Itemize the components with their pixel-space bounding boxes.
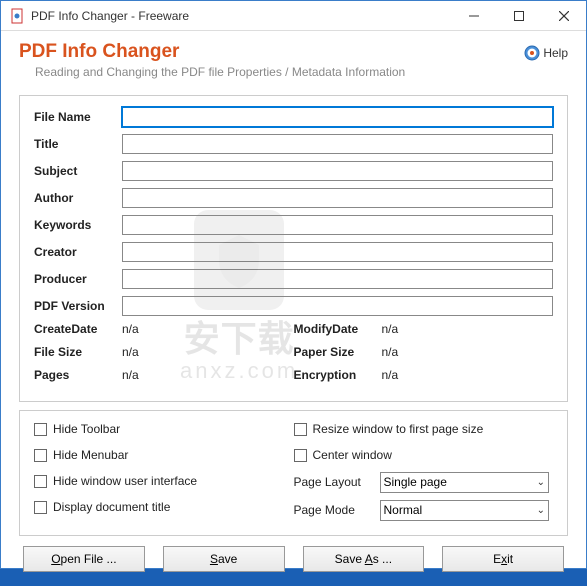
button-row: Open File ... Save Save As ... Exit bbox=[19, 546, 568, 572]
filesize-label: File Size bbox=[34, 345, 122, 363]
subject-input[interactable] bbox=[122, 161, 553, 181]
encryption-value: n/a bbox=[382, 368, 399, 386]
createdate-label: CreateDate bbox=[34, 322, 122, 340]
titlebar: PDF Info Changer - Freeware bbox=[1, 1, 586, 31]
modifydate-value: n/a bbox=[382, 322, 399, 340]
modifydate-label: ModifyDate bbox=[294, 322, 382, 340]
content-area: PDF Info Changer Reading and Changing th… bbox=[1, 31, 586, 586]
filesize-value: n/a bbox=[122, 345, 139, 363]
papersize-label: Paper Size bbox=[294, 345, 382, 363]
hide-toolbar-checkbox[interactable] bbox=[34, 423, 47, 436]
subject-label: Subject bbox=[34, 164, 122, 178]
help-label: Help bbox=[543, 46, 568, 60]
title-label: Title bbox=[34, 137, 122, 151]
properties-panel: File Name Title Subject Author Keywords … bbox=[19, 95, 568, 402]
page-layout-label: Page Layout bbox=[294, 475, 380, 489]
page-layout-select[interactable]: Single page⌄ bbox=[380, 472, 550, 493]
pages-value: n/a bbox=[122, 368, 139, 386]
maximize-button[interactable] bbox=[496, 1, 541, 30]
pdfversion-input[interactable] bbox=[122, 296, 553, 316]
filename-input[interactable] bbox=[122, 107, 553, 127]
creator-label: Creator bbox=[34, 245, 122, 259]
window-title: PDF Info Changer - Freeware bbox=[31, 9, 451, 23]
close-button[interactable] bbox=[541, 1, 586, 30]
info-grid: CreateDaten/a File Sizen/a Pagesn/a Modi… bbox=[34, 322, 553, 391]
save-as-button[interactable]: Save As ... bbox=[303, 546, 425, 572]
app-icon bbox=[9, 8, 25, 24]
display-doc-title-label: Display document title bbox=[53, 500, 170, 514]
header: PDF Info Changer Reading and Changing th… bbox=[19, 41, 568, 79]
app-subtitle: Reading and Changing the PDF file Proper… bbox=[35, 65, 524, 79]
hide-window-ui-label: Hide window user interface bbox=[53, 474, 197, 488]
page-mode-label: Page Mode bbox=[294, 503, 380, 517]
open-file-button[interactable]: Open File ... bbox=[23, 546, 145, 572]
hide-toolbar-label: Hide Toolbar bbox=[53, 422, 120, 436]
producer-input[interactable] bbox=[122, 269, 553, 289]
chevron-down-icon: ⌄ bbox=[537, 477, 545, 488]
center-window-checkbox[interactable] bbox=[294, 449, 307, 462]
save-button[interactable]: Save bbox=[163, 546, 285, 572]
help-icon bbox=[524, 45, 540, 61]
pdfversion-label: PDF Version bbox=[34, 299, 122, 313]
resize-window-label: Resize window to first page size bbox=[313, 422, 484, 436]
filename-label: File Name bbox=[34, 110, 122, 124]
center-window-label: Center window bbox=[313, 448, 392, 462]
author-label: Author bbox=[34, 191, 122, 205]
creator-input[interactable] bbox=[122, 242, 553, 262]
chevron-down-icon: ⌄ bbox=[537, 505, 545, 516]
keywords-input[interactable] bbox=[122, 215, 553, 235]
title-input[interactable] bbox=[122, 134, 553, 154]
hide-window-ui-checkbox[interactable] bbox=[34, 475, 47, 488]
resize-window-checkbox[interactable] bbox=[294, 423, 307, 436]
app-title: PDF Info Changer bbox=[19, 41, 524, 63]
hide-menubar-checkbox[interactable] bbox=[34, 449, 47, 462]
minimize-button[interactable] bbox=[451, 1, 496, 30]
createdate-value: n/a bbox=[122, 322, 139, 340]
encryption-label: Encryption bbox=[294, 368, 382, 386]
display-doc-title-checkbox[interactable] bbox=[34, 501, 47, 514]
hide-menubar-label: Hide Menubar bbox=[53, 448, 128, 462]
app-window: PDF Info Changer - Freeware PDF Info Cha… bbox=[0, 0, 587, 569]
pages-label: Pages bbox=[34, 368, 122, 386]
exit-button[interactable]: Exit bbox=[442, 546, 564, 572]
keywords-label: Keywords bbox=[34, 218, 122, 232]
options-panel: Hide Toolbar Hide Menubar Hide window us… bbox=[19, 410, 568, 536]
author-input[interactable] bbox=[122, 188, 553, 208]
page-mode-select[interactable]: Normal⌄ bbox=[380, 500, 550, 521]
help-link[interactable]: Help bbox=[524, 45, 568, 61]
papersize-value: n/a bbox=[382, 345, 399, 363]
producer-label: Producer bbox=[34, 272, 122, 286]
